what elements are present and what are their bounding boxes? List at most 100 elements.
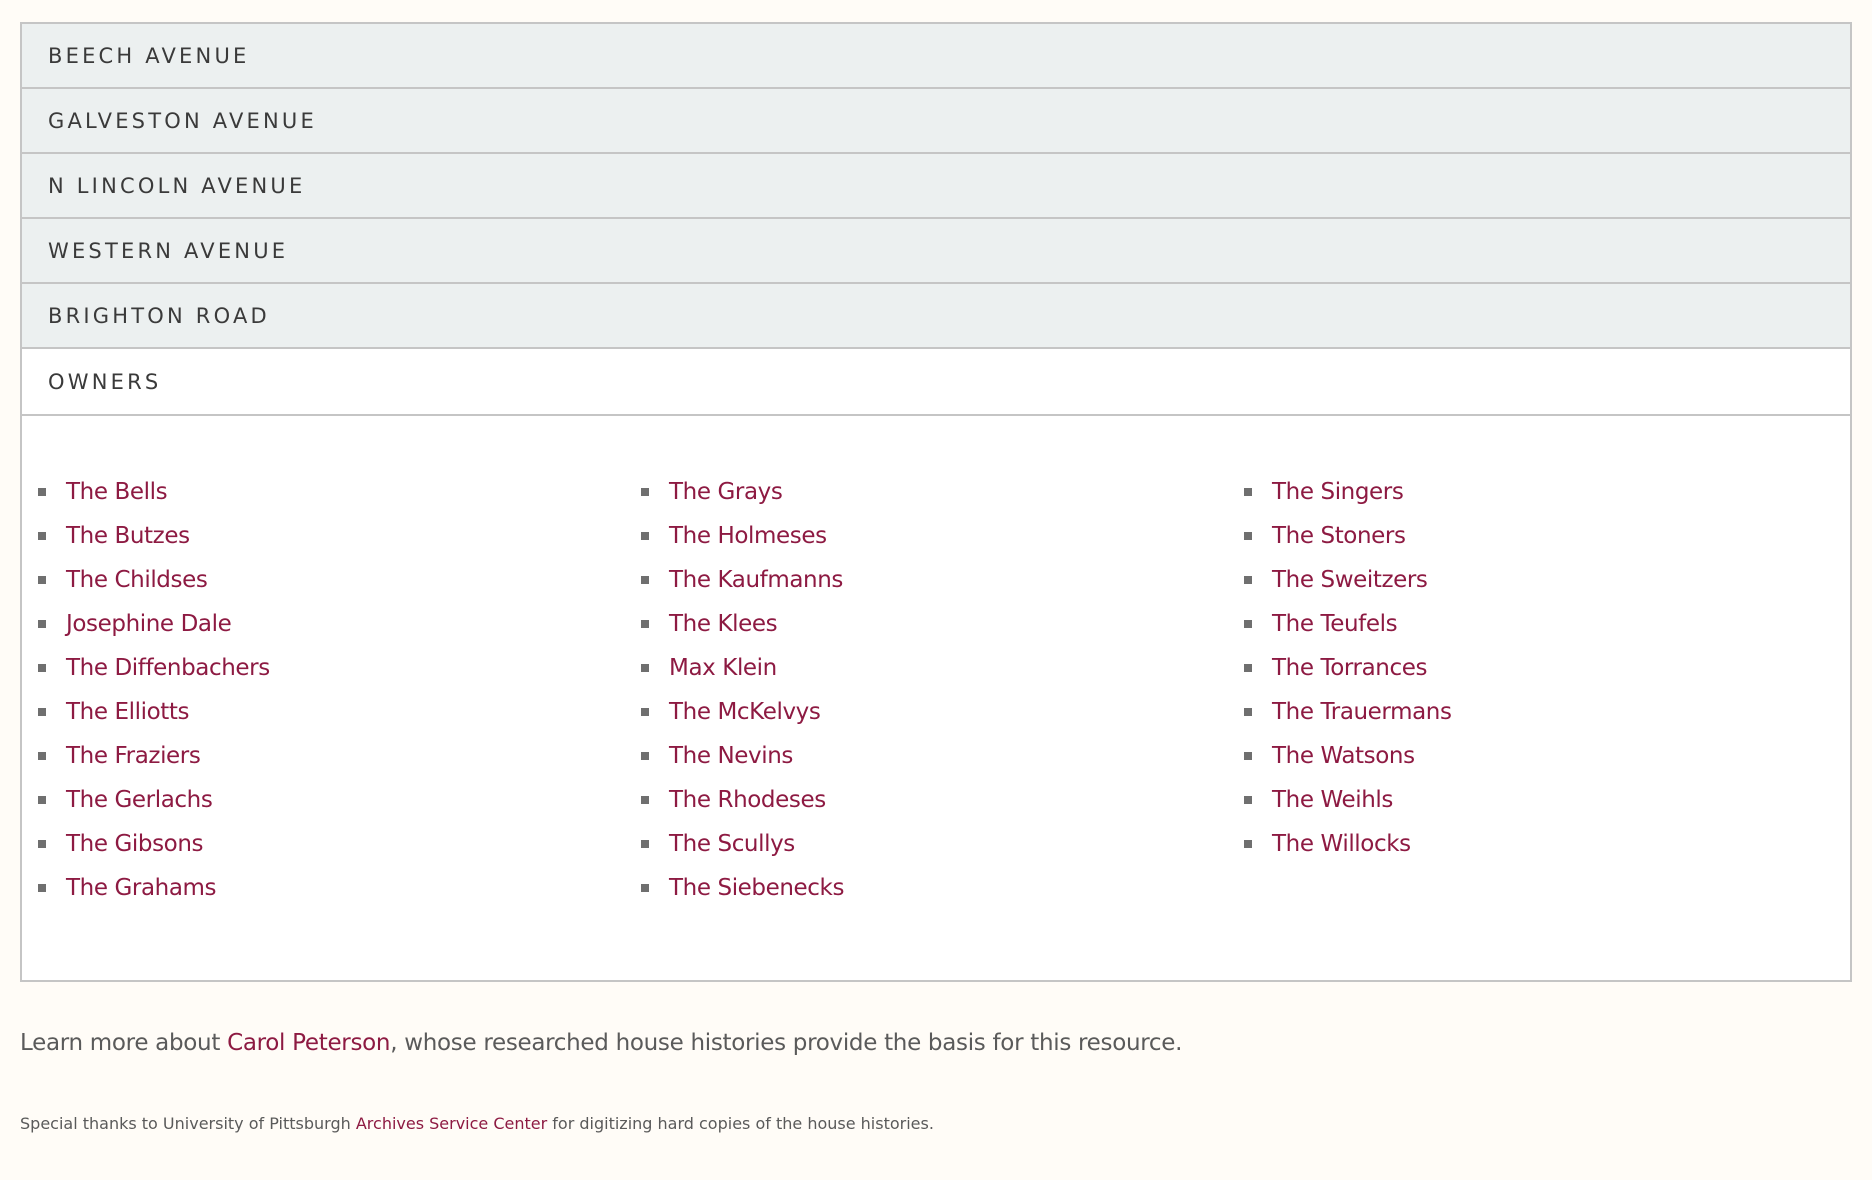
square-bullet-icon [38,576,46,584]
square-bullet-icon [1244,664,1252,672]
owners-column-1: The Bells The Butzes The Childses Joseph… [38,470,641,910]
square-bullet-icon [38,532,46,540]
square-bullet-icon [38,488,46,496]
learn-more-prefix: Learn more about [20,1030,228,1056]
owner-link[interactable]: The Watsons [1272,743,1415,769]
owner-link[interactable]: The Gerlachs [66,787,213,813]
archives-service-center-link[interactable]: Archives Service Center [356,1114,547,1133]
square-bullet-icon [1244,576,1252,584]
square-bullet-icon [1244,532,1252,540]
thanks-suffix: for digitizing hard copies of the house … [547,1114,934,1133]
list-item: The Stoners [1244,514,1847,558]
owner-link[interactable]: The Klees [669,611,778,637]
square-bullet-icon [641,488,649,496]
owner-link[interactable]: Josephine Dale [66,611,232,637]
owner-link[interactable]: The Holmeses [669,523,827,549]
owner-link[interactable]: The Grahams [66,875,217,901]
list-item: The Teufels [1244,602,1847,646]
accordion-header-n-lincoln-avenue[interactable]: N LINCOLN AVENUE [22,154,1850,219]
list-item: The Singers [1244,470,1847,514]
list-item: The Holmeses [641,514,1244,558]
owner-link[interactable]: The Childses [66,567,208,593]
owner-link[interactable]: The Bells [66,479,168,505]
owner-link[interactable]: The Nevins [669,743,793,769]
list-item: The McKelvys [641,690,1244,734]
accordion-header-owners[interactable]: OWNERS [22,349,1850,416]
owner-link[interactable]: The Rhodeses [669,787,826,813]
square-bullet-icon [641,840,649,848]
owner-link[interactable]: The Weihls [1272,787,1393,813]
square-bullet-icon [641,708,649,716]
owner-link[interactable]: The Stoners [1272,523,1406,549]
list-item: The Sweitzers [1244,558,1847,602]
owner-link[interactable]: The Teufels [1272,611,1398,637]
square-bullet-icon [1244,488,1252,496]
list-item: The Bells [38,470,641,514]
list-item: The Scullys [641,822,1244,866]
list-item: The Watsons [1244,734,1847,778]
list-item: The Weihls [1244,778,1847,822]
accordion-header-western-avenue[interactable]: WESTERN AVENUE [22,219,1850,284]
carol-peterson-link[interactable]: Carol Peterson [227,1030,390,1056]
square-bullet-icon [1244,840,1252,848]
accordion-header-beech-avenue[interactable]: BEECH AVENUE [22,24,1850,89]
square-bullet-icon [641,576,649,584]
owner-link[interactable]: The Trauermans [1272,699,1452,725]
square-bullet-icon [38,620,46,628]
list-item: The Diffenbachers [38,646,641,690]
square-bullet-icon [38,840,46,848]
owner-link[interactable]: The Siebenecks [669,875,844,901]
list-item: Max Klein [641,646,1244,690]
list-item: The Klees [641,602,1244,646]
accordion-header-galveston-avenue[interactable]: GALVESTON AVENUE [22,89,1850,154]
owner-link[interactable]: The Butzes [66,523,190,549]
list-item: Josephine Dale [38,602,641,646]
square-bullet-icon [641,620,649,628]
owner-link[interactable]: The Willocks [1272,831,1411,857]
owner-link[interactable]: The Diffenbachers [66,655,270,681]
thanks-prefix: Special thanks to University of Pittsbur… [20,1114,356,1133]
owner-link[interactable]: The Singers [1272,479,1404,505]
list-item: The Grahams [38,866,641,910]
list-item: The Rhodeses [641,778,1244,822]
square-bullet-icon [38,664,46,672]
street-accordion: BEECH AVENUE GALVESTON AVENUE N LINCOLN … [20,22,1852,982]
owner-link[interactable]: The Grays [669,479,783,505]
square-bullet-icon [1244,620,1252,628]
page: BEECH AVENUE GALVESTON AVENUE N LINCOLN … [0,0,1872,1180]
list-item: The Siebenecks [641,866,1244,910]
owners-panel: The Bells The Butzes The Childses Joseph… [22,416,1850,980]
list-item: The Elliotts [38,690,641,734]
square-bullet-icon [641,752,649,760]
owners-column-3: The Singers The Stoners The Sweitzers Th… [1244,470,1847,910]
owners-column-2: The Grays The Holmeses The Kaufmanns The… [641,470,1244,910]
list-item: The Gibsons [38,822,641,866]
owner-link[interactable]: The McKelvys [669,699,821,725]
owner-link[interactable]: The Elliotts [66,699,189,725]
list-item: The Torrances [1244,646,1847,690]
owner-link[interactable]: The Gibsons [66,831,204,857]
list-item: The Willocks [1244,822,1847,866]
list-item: The Nevins [641,734,1244,778]
square-bullet-icon [1244,796,1252,804]
accordion-header-brighton-road[interactable]: BRIGHTON ROAD [22,284,1850,349]
square-bullet-icon [1244,752,1252,760]
square-bullet-icon [641,884,649,892]
owner-link[interactable]: The Torrances [1272,655,1427,681]
square-bullet-icon [38,752,46,760]
list-item: The Gerlachs [38,778,641,822]
special-thanks-text: Special thanks to University of Pittsbur… [20,1114,934,1133]
owner-link[interactable]: Max Klein [669,655,777,681]
owner-link[interactable]: The Fraziers [66,743,201,769]
list-item: The Grays [641,470,1244,514]
owner-link[interactable]: The Scullys [669,831,795,857]
list-item: The Fraziers [38,734,641,778]
list-item: The Childses [38,558,641,602]
owner-link[interactable]: The Sweitzers [1272,567,1428,593]
square-bullet-icon [641,796,649,804]
square-bullet-icon [641,664,649,672]
square-bullet-icon [641,532,649,540]
learn-more-text: Learn more about Carol Peterson, whose r… [20,1030,1182,1056]
owners-columns: The Bells The Butzes The Childses Joseph… [38,470,1850,910]
owner-link[interactable]: The Kaufmanns [669,567,843,593]
